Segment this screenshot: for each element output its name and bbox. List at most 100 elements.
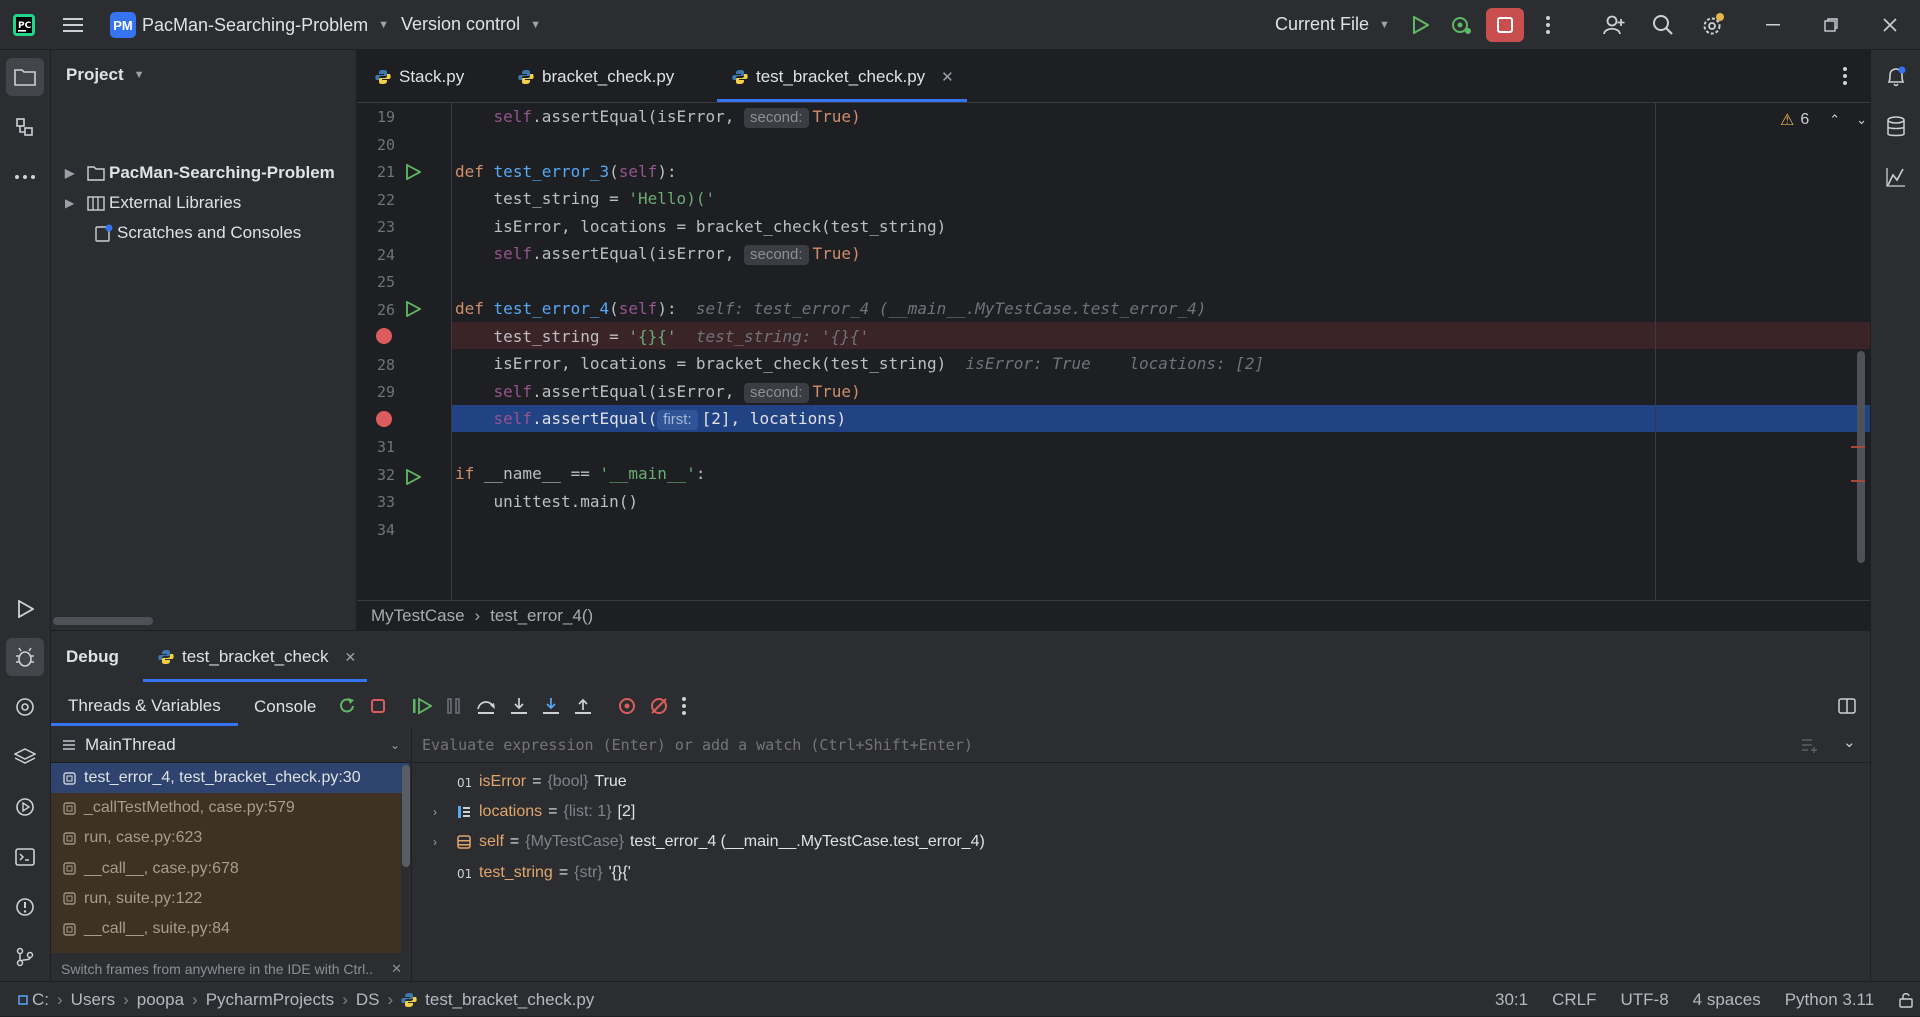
resume-icon[interactable]	[412, 697, 432, 715]
previous-highlight-icon[interactable]: ⌃	[1829, 112, 1840, 128]
project-panel-header[interactable]: Project ▼	[66, 65, 145, 85]
step-out-icon[interactable]	[574, 697, 592, 715]
path-segment[interactable]: poopa	[137, 990, 184, 1010]
python-file-icon	[375, 69, 391, 85]
pycharm-logo-icon[interactable]: PC	[12, 13, 36, 37]
tree-item-project-root[interactable]: ▶ PacMan-Searching-Problem	[65, 158, 335, 188]
stop-button[interactable]	[1486, 8, 1524, 42]
path-segment[interactable]: C:	[32, 990, 49, 1010]
project-folder-icon[interactable]	[6, 58, 44, 96]
stack-frame[interactable]: _callTestMethod, case.py:579	[51, 793, 409, 823]
step-into-icon[interactable]	[510, 697, 528, 715]
search-icon[interactable]	[1643, 5, 1683, 45]
tab-test-bracket-check-py[interactable]: test_bracket_check.py ✕	[732, 50, 954, 103]
indent-setting[interactable]: 4 spaces	[1693, 990, 1761, 1010]
minimize-icon[interactable]	[1753, 5, 1793, 45]
breakpoint-icon[interactable]	[376, 411, 392, 427]
evaluate-expression-input[interactable]	[422, 735, 1722, 754]
git-icon[interactable]	[6, 938, 44, 976]
services-icon[interactable]	[6, 788, 44, 826]
layout-settings-icon[interactable]	[1838, 697, 1856, 715]
version-control-menu[interactable]: Version control ▼	[401, 14, 541, 35]
line-separator[interactable]: CRLF	[1552, 990, 1596, 1010]
tree-item-external-libraries[interactable]: ▶ External Libraries	[65, 188, 241, 218]
database-icon[interactable]	[1877, 108, 1915, 146]
path-segment[interactable]: PycharmProjects	[206, 990, 334, 1010]
frames-scrollbar[interactable]	[402, 765, 410, 867]
step-over-icon[interactable]	[476, 697, 496, 715]
chevron-down-icon[interactable]: ⌄	[1843, 733, 1856, 751]
inspection-widget[interactable]: ⚠ 6 ⌃ ⌄	[1780, 110, 1867, 130]
more-actions-icon[interactable]	[1528, 5, 1568, 45]
tab-bracket-check-py[interactable]: bracket_check.py	[518, 50, 674, 103]
chevron-right-icon[interactable]: ▶	[65, 166, 81, 180]
run-test-gutter-icon[interactable]	[405, 301, 421, 317]
step-into-my-code-icon[interactable]	[542, 697, 560, 715]
settings-gear-icon[interactable]	[1693, 5, 1733, 45]
editor-scrollbar[interactable]	[1857, 351, 1865, 563]
close-hint-icon[interactable]: ✕	[391, 961, 402, 977]
restore-icon[interactable]	[1811, 5, 1851, 45]
breakpoint-icon[interactable]	[376, 328, 392, 344]
more-debug-actions-icon[interactable]	[682, 697, 686, 715]
add-watch-icon[interactable]	[1800, 737, 1818, 753]
stop-icon[interactable]	[370, 698, 386, 714]
close-session-icon[interactable]: ✕	[344, 649, 356, 666]
breadcrumb-class[interactable]: MyTestCase	[371, 606, 465, 626]
tree-item-scratches[interactable]: Scratches and Consoles	[95, 218, 301, 248]
debug-rerun-icon[interactable]	[1441, 5, 1481, 45]
tab-stack-py[interactable]: Stack.py	[375, 50, 464, 103]
file-encoding[interactable]: UTF-8	[1621, 990, 1669, 1010]
run-tool-icon[interactable]	[6, 590, 44, 628]
horizontal-scrollbar[interactable]	[53, 617, 153, 625]
path-segment[interactable]: DS	[356, 990, 380, 1010]
mute-breakpoints-icon[interactable]	[650, 697, 668, 715]
variable-row[interactable]: 01 test_string = {str} '{}{'	[433, 858, 631, 888]
read-only-toggle-icon[interactable]	[1898, 992, 1914, 1008]
expand-arrow-icon[interactable]: ›	[433, 835, 449, 849]
path-segment[interactable]: test_bracket_check.py	[425, 990, 594, 1010]
run-icon[interactable]	[1400, 5, 1440, 45]
tab-threads-variables[interactable]: Threads & Variables	[51, 688, 238, 726]
python-packages-icon[interactable]	[6, 688, 44, 726]
close-window-icon[interactable]	[1870, 5, 1910, 45]
chevron-right-icon[interactable]: ▶	[65, 196, 81, 210]
editor-gutter[interactable]: 19 20 21 22 23 24 25 26 28 29 31 32 33 34	[357, 103, 452, 600]
caret-position[interactable]: 30:1	[1495, 990, 1528, 1010]
variable-row[interactable]: 01 isError = {bool} True	[433, 767, 627, 797]
tab-console[interactable]: Console	[254, 688, 316, 726]
structure-icon[interactable]	[6, 108, 44, 146]
run-test-gutter-icon[interactable]	[405, 164, 421, 180]
run-main-gutter-icon[interactable]	[405, 469, 421, 485]
path-segment[interactable]: Users	[71, 990, 115, 1010]
variable-row[interactable]: › locations = {list: 1} [2]	[433, 797, 635, 827]
main-menu-icon[interactable]	[53, 5, 93, 45]
pause-icon[interactable]	[446, 697, 462, 715]
notifications-bell-icon[interactable]	[1877, 58, 1915, 96]
stack-frame[interactable]: run, suite.py:122	[51, 884, 409, 914]
run-config-selector[interactable]: Current File ▼	[1275, 14, 1390, 35]
view-breakpoints-icon[interactable]	[618, 697, 636, 715]
stack-frame[interactable]: __call__, suite.py:84	[51, 914, 409, 944]
problems-icon[interactable]	[6, 888, 44, 926]
scientific-view-icon[interactable]	[1877, 158, 1915, 196]
debug-session-tab[interactable]: test_bracket_check ✕	[158, 647, 356, 667]
layers-icon[interactable]	[6, 738, 44, 776]
stack-frame[interactable]: run, case.py:623	[51, 823, 409, 853]
expand-arrow-icon[interactable]: ›	[433, 805, 449, 819]
stack-frame[interactable]: __call__, case.py:678	[51, 854, 409, 884]
terminal-icon[interactable]	[6, 838, 44, 876]
add-user-icon[interactable]	[1594, 5, 1634, 45]
python-interpreter[interactable]: Python 3.11	[1785, 990, 1874, 1010]
tabs-more-icon[interactable]	[1843, 67, 1847, 85]
stack-frame[interactable]: test_error_4, test_bracket_check.py:30	[51, 763, 409, 793]
next-highlight-icon[interactable]: ⌄	[1856, 112, 1867, 128]
variable-row[interactable]: › self = {MyTestCase} test_error_4 (__main__…	[433, 827, 985, 857]
project-switcher[interactable]: PM PacMan-Searching-Problem ▼	[110, 12, 389, 38]
rerun-icon[interactable]	[338, 697, 356, 715]
more-tools-icon[interactable]	[6, 158, 44, 196]
thread-selector[interactable]: MainThread ⌄	[51, 727, 412, 763]
breadcrumb-method[interactable]: test_error_4()	[490, 606, 593, 626]
close-tab-icon[interactable]: ✕	[941, 68, 954, 86]
debug-tool-icon[interactable]	[6, 638, 44, 676]
